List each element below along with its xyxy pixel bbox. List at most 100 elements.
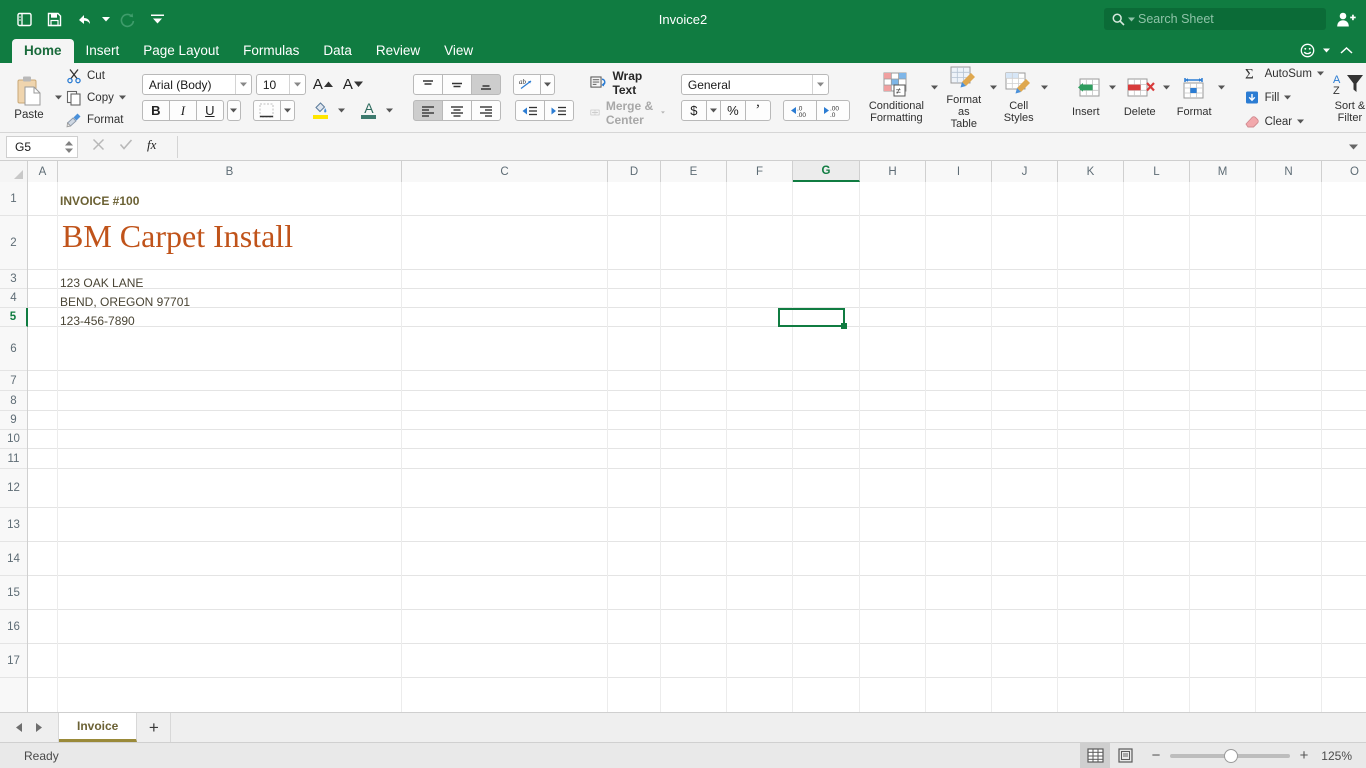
row-header-7[interactable]: 7 xyxy=(0,371,27,391)
expand-formula-bar-icon[interactable] xyxy=(1340,144,1366,150)
column-header-J[interactable]: J xyxy=(992,161,1058,182)
tab-home[interactable]: Home xyxy=(12,39,74,63)
name-box[interactable]: G5 xyxy=(6,135,78,158)
row-header-10[interactable]: 10 xyxy=(0,430,27,449)
cell-B1[interactable]: INVOICE #100 xyxy=(60,194,139,208)
cell-B3[interactable]: 123 OAK LANE xyxy=(60,276,143,290)
column-header-O[interactable]: O xyxy=(1322,161,1366,182)
align-right-button[interactable] xyxy=(470,100,501,121)
row-header-16[interactable]: 16 xyxy=(0,610,27,644)
cut-button[interactable]: Cut xyxy=(66,66,126,85)
increase-decimal-button[interactable]: .0.00 xyxy=(782,100,817,121)
column-header-D[interactable]: D xyxy=(608,161,661,182)
row-header-8[interactable]: 8 xyxy=(0,391,27,411)
search-input[interactable]: Search Sheet xyxy=(1104,8,1326,30)
row-header-13[interactable]: 13 xyxy=(0,508,27,542)
align-top-button[interactable] xyxy=(412,74,443,95)
font-color-dropdown-icon[interactable] xyxy=(383,100,397,121)
fill-button[interactable]: Fill xyxy=(1244,87,1324,108)
align-left-button[interactable] xyxy=(412,100,443,121)
normal-view-icon[interactable] xyxy=(1080,742,1110,768)
smiley-dropdown-icon[interactable] xyxy=(1320,39,1332,61)
insert-function-icon[interactable]: fx xyxy=(147,137,163,157)
row-header-3[interactable]: 3 xyxy=(0,270,27,289)
column-header-B[interactable]: B xyxy=(58,161,402,182)
row-header-6[interactable]: 6 xyxy=(0,327,27,371)
format-as-table-button[interactable]: Format as Table xyxy=(942,66,986,130)
spreadsheet-grid[interactable]: ABCDEFGHIJKLMNO 1 2 3 4 5 6 7 8 9 10 11 12 13 14 15 16 1… xyxy=(0,161,1366,712)
cell-styles-button[interactable]: Cell Styles xyxy=(1001,72,1037,124)
insert-cells-dropdown-icon[interactable] xyxy=(1107,73,1119,123)
conditional-formatting-button[interactable]: ≠ Conditional Formatting xyxy=(866,72,927,124)
row-header-14[interactable]: 14 xyxy=(0,542,27,576)
formula-input[interactable] xyxy=(177,135,1340,158)
column-header-A[interactable]: A xyxy=(28,161,58,182)
add-sheet-button[interactable]: + xyxy=(137,713,172,742)
cell-B2[interactable]: BM Carpet Install xyxy=(62,218,293,255)
comma-style-button[interactable]: ’ xyxy=(744,100,771,121)
sheet-tab-invoice[interactable]: Invoice xyxy=(59,713,138,742)
percent-button[interactable]: % xyxy=(719,100,746,121)
row-header-11[interactable]: 11 xyxy=(0,449,27,469)
row-header-17[interactable]: 17 xyxy=(0,644,27,678)
autosum-button[interactable]: Σ AutoSum xyxy=(1244,63,1324,84)
collapse-ribbon-icon[interactable] xyxy=(1334,39,1358,61)
cell-B5[interactable]: 123-456-7890 xyxy=(60,314,135,328)
format-painter-button[interactable]: Format xyxy=(66,110,126,129)
tab-page-layout[interactable]: Page Layout xyxy=(131,39,231,63)
copy-button[interactable]: Copy xyxy=(66,88,126,107)
wrap-text-button[interactable]: Wrap Text xyxy=(590,69,665,97)
customize-qat-icon[interactable] xyxy=(144,6,170,32)
prev-sheet-icon[interactable] xyxy=(14,722,24,733)
font-color-button[interactable]: A xyxy=(355,100,383,121)
undo-icon[interactable] xyxy=(70,6,98,32)
fill-color-dropdown-icon[interactable] xyxy=(335,100,349,121)
row-header-5[interactable]: 5 xyxy=(0,308,28,327)
tab-data[interactable]: Data xyxy=(311,39,364,63)
decrease-indent-button[interactable] xyxy=(514,100,545,121)
conditional-formatting-dropdown-icon[interactable] xyxy=(929,73,940,123)
row-header-4[interactable]: 4 xyxy=(0,289,27,308)
redo-icon[interactable] xyxy=(114,6,142,32)
decrease-font-size-button[interactable]: A xyxy=(340,74,366,95)
row-header-1[interactable]: 1 xyxy=(0,182,27,216)
column-header-G[interactable]: G xyxy=(793,161,860,182)
underline-dropdown-icon[interactable] xyxy=(226,100,241,121)
column-header-I[interactable]: I xyxy=(926,161,992,182)
increase-font-size-button[interactable]: A xyxy=(310,74,336,95)
currency-button[interactable]: $ xyxy=(680,100,707,121)
delete-cells-button[interactable]: Delete xyxy=(1120,78,1160,118)
tab-review[interactable]: Review xyxy=(364,39,432,63)
row-header-12[interactable]: 12 xyxy=(0,469,27,508)
cell-B4[interactable]: BEND, OREGON 97701 xyxy=(60,295,190,309)
column-header-C[interactable]: C xyxy=(402,161,608,182)
borders-button[interactable] xyxy=(252,100,281,121)
zoom-in-button[interactable]: + xyxy=(1298,748,1310,763)
zoom-slider-thumb[interactable] xyxy=(1224,748,1238,763)
tab-formulas[interactable]: Formulas xyxy=(231,39,311,63)
column-header-H[interactable]: H xyxy=(860,161,926,182)
format-cells-button[interactable]: Format xyxy=(1174,77,1215,118)
decrease-decimal-button[interactable]: .00.0 xyxy=(815,100,850,121)
paste-dropdown-icon[interactable] xyxy=(52,81,64,115)
currency-dropdown-icon[interactable] xyxy=(706,100,721,121)
smiley-feedback-icon[interactable] xyxy=(1296,39,1318,61)
tab-view[interactable]: View xyxy=(432,39,485,63)
underline-button[interactable]: U xyxy=(195,100,224,121)
row-header-15[interactable]: 15 xyxy=(0,576,27,610)
undo-dropdown-icon[interactable] xyxy=(100,6,112,32)
sidebar-toggle-icon[interactable] xyxy=(10,6,38,32)
paste-button[interactable]: Paste xyxy=(6,74,52,121)
zoom-out-button[interactable]: − xyxy=(1150,748,1162,763)
cancel-formula-icon[interactable] xyxy=(92,138,105,156)
font-family-input[interactable]: Arial (Body) xyxy=(141,74,252,95)
cell-area[interactable]: INVOICE #100 BM Carpet Install 123 OAK LAN… xyxy=(28,182,1366,712)
sort-filter-button[interactable]: AZ Sort & Filter xyxy=(1330,72,1366,124)
bold-button[interactable]: B xyxy=(141,100,170,121)
save-icon[interactable] xyxy=(40,6,68,32)
orientation-button[interactable]: ab xyxy=(512,74,541,95)
insert-cells-button[interactable]: Insert xyxy=(1066,78,1106,118)
column-header-E[interactable]: E xyxy=(661,161,727,182)
column-header-M[interactable]: M xyxy=(1190,161,1256,182)
row-header-2[interactable]: 2 xyxy=(0,216,27,270)
